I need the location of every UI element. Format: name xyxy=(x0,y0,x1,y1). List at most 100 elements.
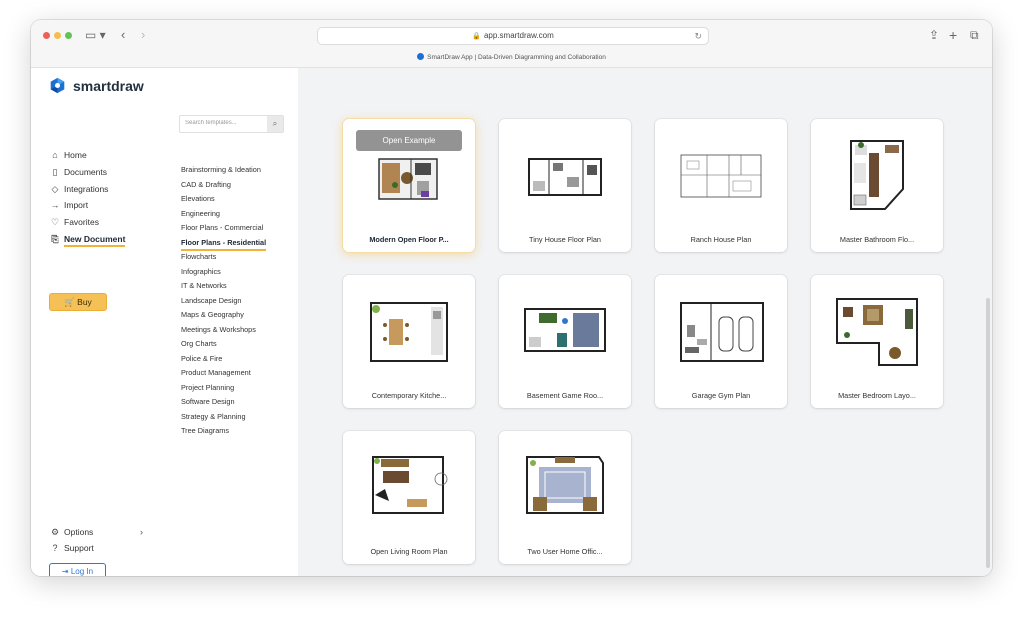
nav-item-support[interactable]: ? Support xyxy=(49,541,93,555)
nav-item-integrations[interactable]: ◇ Integrations xyxy=(49,182,109,196)
template-name: Ranch House Plan xyxy=(690,235,752,244)
integrations-icon: ◇ xyxy=(51,184,59,194)
gear-icon: ⚙ xyxy=(50,527,60,537)
template-name: Master Bedroom Layo... xyxy=(838,391,916,400)
category-item[interactable]: Landscape Design xyxy=(181,296,241,306)
template-card[interactable]: Basement Game Roo... xyxy=(499,275,631,408)
template-card[interactable]: Tiny House Floor Plan xyxy=(499,119,631,252)
category-label: Elevations xyxy=(181,194,215,203)
zoom-window-button[interactable] xyxy=(65,32,72,39)
template-search[interactable]: ⌕ xyxy=(179,115,284,133)
category-label: Infographics xyxy=(181,266,221,276)
category-item[interactable]: Org Charts xyxy=(181,339,217,349)
template-thumbnail xyxy=(528,158,602,196)
template-card[interactable]: Open Living Room Plan xyxy=(343,431,475,564)
browser-toolbar: ▭ ▾ ‹ › 🔒 app.smartdraw.com ↻ ⇪ + ⧉ Smart… xyxy=(31,20,992,68)
left-navigation: smartdraw ⌂ Home ▯ Documents ◇ Integrations… xyxy=(31,68,166,576)
template-name: Contemporary Kitche... xyxy=(371,391,447,400)
reload-icon[interactable]: ↻ xyxy=(694,28,702,44)
category-label: Project Planning xyxy=(181,382,235,392)
template-thumbnail xyxy=(526,456,604,514)
chevron-right-icon: › xyxy=(140,527,143,537)
template-name: Basement Game Roo... xyxy=(526,391,604,400)
nav-item-import[interactable]: → Import xyxy=(49,198,89,212)
template-categories: ⌕ Brainstorming & Ideation CAD & Drafting… xyxy=(165,68,299,576)
category-item[interactable]: Meetings & Workshops xyxy=(181,325,256,335)
log-in-button[interactable]: ⇥ Log In xyxy=(49,563,106,576)
category-label: Strategy & Planning xyxy=(181,411,246,421)
share-icon[interactable]: ⇪ xyxy=(929,27,939,43)
category-label: Software Design xyxy=(181,397,235,406)
template-name: Open Living Room Plan xyxy=(370,547,448,556)
open-example-button[interactable]: Open Example xyxy=(356,130,462,151)
category-label: Landscape Design xyxy=(181,295,242,305)
category-item[interactable]: Police & Fire xyxy=(181,354,222,364)
tab-title-bar[interactable]: SmartDraw App | Data-Driven Diagramming … xyxy=(31,51,992,65)
template-card[interactable]: Open Example Modern Open Floor P... xyxy=(343,119,475,252)
new-tab-icon[interactable]: + xyxy=(949,27,957,43)
category-label: Floor Plans - Residential xyxy=(181,237,267,251)
nav-item-new-document[interactable]: ⎘ New Document xyxy=(49,232,126,247)
category-item[interactable]: Software Design xyxy=(181,397,235,407)
template-name: Modern Open Floor P... xyxy=(369,235,449,244)
nav-item-favorites[interactable]: ♡ Favorites xyxy=(49,215,99,229)
smartdraw-logo-icon xyxy=(50,77,65,94)
template-card[interactable]: Ranch House Plan xyxy=(655,119,787,252)
sidebar-toggle-icon[interactable]: ▭ ▾ xyxy=(85,27,106,43)
template-card[interactable]: Master Bedroom Layo... xyxy=(811,275,943,408)
category-item[interactable]: Engineering xyxy=(181,209,220,219)
category-item[interactable]: Strategy & Planning xyxy=(181,412,246,422)
search-icon[interactable]: ⌕ xyxy=(267,116,283,132)
category-label: Flowcharts xyxy=(181,252,217,261)
category-item[interactable]: Brainstorming & Ideation xyxy=(181,165,261,175)
category-item[interactable]: Maps & Geography xyxy=(181,310,244,320)
import-icon: → xyxy=(50,200,60,210)
category-item[interactable]: Tree Diagrams xyxy=(181,426,229,436)
category-item[interactable]: Infographics xyxy=(181,267,221,277)
back-icon[interactable]: ‹ xyxy=(121,27,125,43)
search-input[interactable] xyxy=(180,116,267,130)
category-label: IT & Networks xyxy=(181,281,227,290)
category-label: Meetings & Workshops xyxy=(181,324,256,334)
template-name: Garage Gym Plan xyxy=(691,391,751,400)
category-item[interactable]: CAD & Drafting xyxy=(181,180,231,190)
help-icon: ? xyxy=(52,543,58,553)
brand-name: smartdraw xyxy=(73,78,144,94)
category-label: Police & Fire xyxy=(181,353,223,363)
nav-item-home[interactable]: ⌂ Home xyxy=(49,148,86,162)
category-item[interactable]: IT & Networks xyxy=(181,281,227,291)
template-name: Tiny House Floor Plan xyxy=(529,235,601,244)
minimize-window-button[interactable] xyxy=(54,32,61,39)
category-item[interactable]: Floor Plans - Commercial xyxy=(181,223,263,233)
browser-window: ▭ ▾ ‹ › 🔒 app.smartdraw.com ↻ ⇪ + ⧉ Smart… xyxy=(31,20,992,576)
new-document-icon: ⎘ xyxy=(51,234,59,244)
category-item[interactable]: Project Planning xyxy=(181,383,234,393)
category-label: Maps & Geography xyxy=(181,310,244,319)
category-item[interactable]: Flowcharts xyxy=(181,252,216,262)
category-item[interactable]: Elevations xyxy=(181,194,215,204)
nav-item-options[interactable]: ⚙ Options › xyxy=(49,525,155,539)
template-card[interactable]: Contemporary Kitche... xyxy=(343,275,475,408)
tab-overview-icon[interactable]: ⧉ xyxy=(970,27,979,43)
url-text: app.smartdraw.com xyxy=(483,31,554,40)
template-card[interactable]: Master Bathroom Flo... xyxy=(811,119,943,252)
category-label: Floor Plans - Commercial xyxy=(181,223,264,232)
template-card[interactable]: Two User Home Offic... xyxy=(499,431,631,564)
close-window-button[interactable] xyxy=(43,32,50,39)
category-label: Org Charts xyxy=(181,339,217,348)
forward-icon[interactable]: › xyxy=(141,27,145,43)
category-item[interactable]: Floor Plans - Residential xyxy=(181,237,267,251)
template-thumbnail xyxy=(836,298,918,366)
template-card[interactable]: Garage Gym Plan xyxy=(655,275,787,408)
category-label: CAD & Drafting xyxy=(181,179,231,189)
smartdraw-favicon-icon xyxy=(417,53,425,60)
template-gallery: Open Example Modern Open Floor P... Tiny… xyxy=(298,68,992,576)
home-icon: ⌂ xyxy=(52,150,58,160)
document-icon: ▯ xyxy=(52,167,58,177)
scrollbar[interactable] xyxy=(986,298,990,568)
address-bar[interactable]: 🔒 app.smartdraw.com ↻ xyxy=(317,27,709,45)
nav-item-documents[interactable]: ▯ Documents xyxy=(49,165,107,179)
category-item[interactable]: Product Management xyxy=(181,368,251,378)
template-thumbnail xyxy=(680,302,764,362)
buy-button[interactable]: 🛒 Buy xyxy=(49,293,107,311)
